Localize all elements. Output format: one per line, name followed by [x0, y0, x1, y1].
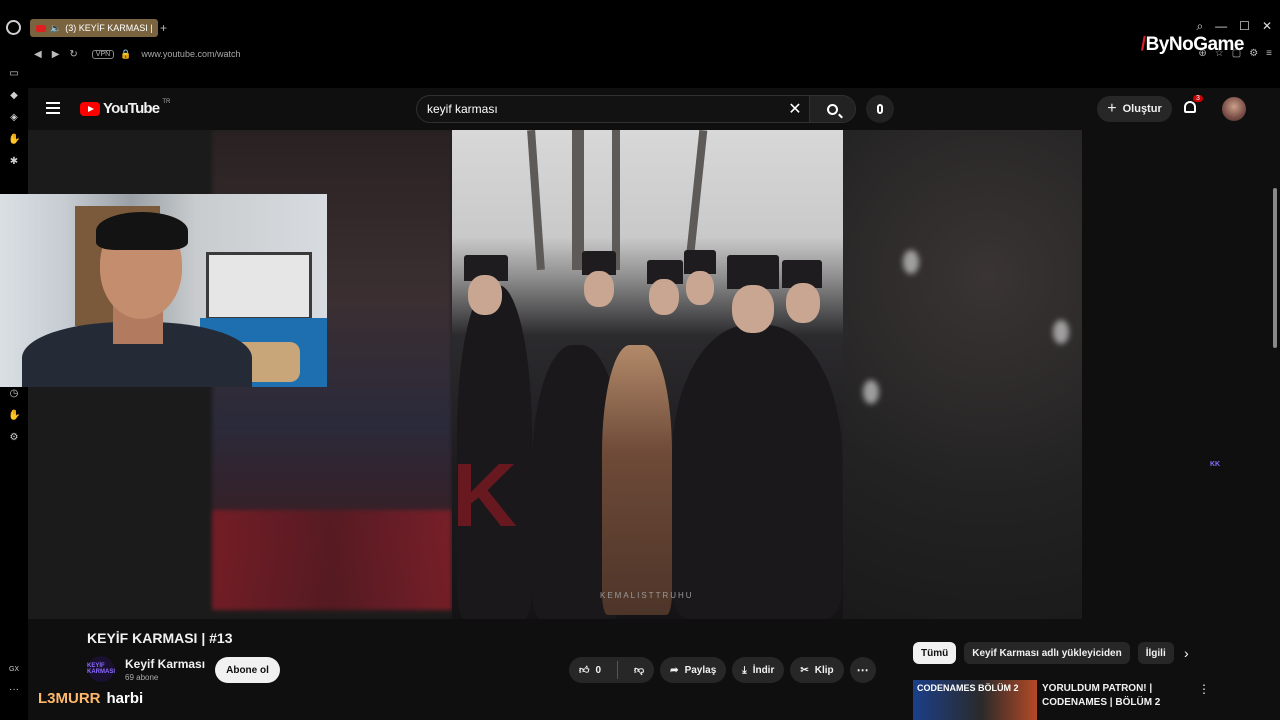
youtube-favicon-icon: [36, 24, 46, 32]
chip-related[interactable]: İlgili: [1137, 642, 1174, 664]
more-actions-button[interactable]: ⋯: [849, 657, 876, 683]
watermark-text: ByNoGame: [1145, 34, 1245, 55]
menu-icon[interactable]: [46, 102, 60, 114]
notification-badge: 3: [1193, 95, 1203, 102]
youtube-wordmark: YouTube: [103, 100, 160, 117]
recommendation-thumbnail[interactable]: CODENAMES BÖLÜM 2: [913, 680, 1037, 720]
youtube-logo[interactable]: YouTube TR: [80, 98, 171, 117]
download-icon: ⤓: [742, 664, 747, 676]
share-icon: ➦: [670, 664, 679, 676]
extensions-icon[interactable]: ⚙: [1249, 48, 1258, 59]
voice-search-button[interactable]: [866, 95, 894, 123]
country-code: TR: [162, 98, 171, 105]
channel-watermark-icon: KK: [1209, 461, 1221, 468]
thumbnail-text: CODENAMES BÖLÜM 2: [917, 683, 1019, 693]
vpn-badge[interactable]: VPN: [91, 49, 115, 59]
chat-text: harbi: [106, 690, 144, 707]
share-label: Paylaş: [684, 664, 717, 676]
chat-username: L3MURR: [38, 690, 101, 707]
browser-tabbar: 🔈 (3) KEYİF KARMASI | + ⌕ — ☐ ✕: [0, 14, 1280, 42]
download-label: İndir: [752, 664, 775, 676]
notifications-button[interactable]: 3: [1184, 95, 1203, 115]
rail-more-icon[interactable]: ···: [8, 684, 20, 696]
youtube-play-icon: [80, 101, 100, 116]
youtube-page: YouTube TR ✕ + Oluştur 3: [28, 88, 1270, 720]
subscribe-button[interactable]: Abone ol: [215, 657, 280, 683]
browser-tab-active[interactable]: 🔈 (3) KEYİF KARMASI |: [30, 19, 158, 37]
rail-settings-icon[interactable]: ✱: [8, 156, 20, 168]
video-watermark: KEMALISTTRUHU: [600, 591, 694, 600]
subscriber-count: 69 abone: [125, 673, 159, 682]
girl-figure: [602, 345, 672, 615]
search-icon: [827, 103, 838, 115]
recommendation-menu-icon[interactable]: ⋮: [1198, 682, 1210, 696]
scissors-icon: ✂: [800, 664, 809, 676]
rail-gx-label: GX: [8, 666, 20, 673]
youtube-header: YouTube TR ✕ + Oluştur 3: [28, 88, 1270, 130]
related-chips: Tümü Keyif Karması adlı yükleyiciden İlg…: [913, 642, 1174, 664]
rail-history-icon[interactable]: ◷: [8, 388, 20, 400]
tab-title: (3) KEYİF KARMASI |: [65, 23, 153, 33]
create-button[interactable]: + Oluştur: [1097, 96, 1172, 122]
more-icon: ⋯: [856, 663, 869, 677]
chip-all[interactable]: Tümü: [913, 642, 957, 664]
chevron-right-icon[interactable]: ›: [1184, 645, 1189, 661]
video-title: KEYİF KARMASI | #13: [87, 630, 233, 646]
new-tab-button[interactable]: +: [160, 21, 167, 35]
channel-name[interactable]: Keyif Karması: [125, 657, 205, 671]
thumbs-down-icon: 👎︎: [634, 665, 645, 676]
like-dislike-group: 👍︎ 0 👎︎: [569, 657, 655, 683]
lock-icon: 🔒: [120, 48, 132, 59]
share-button[interactable]: ➦ Paylaş: [660, 657, 727, 683]
plus-icon: +: [1107, 100, 1117, 117]
rail-discord-icon[interactable]: ◈: [8, 112, 20, 124]
search-box: ✕: [416, 95, 856, 123]
blurred-backdrop-right: [843, 130, 1082, 619]
video-frame[interactable]: K KEMALISTTRUHU: [452, 130, 843, 619]
clip-label: Klip: [814, 664, 834, 676]
opera-gx-icon[interactable]: [6, 20, 21, 35]
microphone-icon: [877, 104, 883, 114]
rail-twitch-icon[interactable]: ◆: [8, 90, 20, 102]
rail-gear-icon[interactable]: ⚙: [8, 432, 20, 444]
forward-button[interactable]: ▶: [52, 49, 60, 60]
back-button[interactable]: ◀: [34, 49, 42, 60]
url-field[interactable]: www.youtube.com/watch: [141, 49, 240, 59]
like-count: 0: [595, 664, 602, 676]
dislike-button[interactable]: 👎︎: [624, 657, 654, 683]
page-scrollbar[interactable]: [1270, 88, 1280, 720]
clip-button[interactable]: ✂ Klip: [790, 657, 844, 683]
maximize-button[interactable]: ☐: [1239, 19, 1250, 34]
menu-icon[interactable]: ≡: [1266, 48, 1272, 59]
speaker-icon: 🔈: [50, 22, 62, 33]
avatar[interactable]: [1222, 97, 1246, 121]
thumbs-up-icon: 👍︎: [579, 665, 590, 676]
video-overlay-mark: K: [452, 446, 517, 546]
video-actions: 👍︎ 0 👎︎ ➦ Paylaş ⤓ İndir ✂ Klip ⋯: [569, 657, 876, 683]
address-bar: ◀ ▶ ↻ VPN 🔒 www.youtube.com/watch ⊕ ☆ ▢ …: [28, 44, 1280, 64]
create-label: Oluştur: [1122, 103, 1162, 115]
minimize-button[interactable]: —: [1215, 19, 1227, 34]
rail-hand2-icon[interactable]: ✋: [8, 410, 20, 422]
stream-chat-message: L3MURR harbi: [38, 690, 143, 707]
search-tabs-icon[interactable]: ⌕: [1196, 19, 1203, 34]
like-button[interactable]: 👍︎ 0: [569, 657, 611, 683]
search-input[interactable]: [417, 102, 781, 116]
reload-button[interactable]: ↻: [69, 49, 77, 60]
bell-icon: [1184, 101, 1196, 113]
rail-game-icon[interactable]: ▭: [8, 68, 20, 80]
channel-avatar[interactable]: KEYİF KARMASI: [87, 656, 115, 682]
browser-sidebar: ▭ ◆ ◈ ✋ ✱ ◷ ✋ ⚙ GX ···: [0, 64, 28, 720]
search-button[interactable]: [809, 96, 855, 122]
window-controls: ⌕ — ☐ ✕: [1196, 19, 1272, 34]
recommendation-title[interactable]: YORULDUM PATRON! | CODENAMES | BÖLÜM 2: [1042, 682, 1182, 710]
stream-watermark: /ByNoGame: [1141, 34, 1245, 56]
close-window-button[interactable]: ✕: [1262, 19, 1272, 34]
chip-from-uploader[interactable]: Keyif Karması adlı yükleyiciden: [964, 642, 1130, 664]
webcam-overlay: [0, 194, 327, 387]
clear-search-icon[interactable]: ✕: [781, 99, 809, 119]
rail-hand-icon[interactable]: ✋: [8, 134, 20, 146]
download-button[interactable]: ⤓ İndir: [732, 657, 785, 683]
